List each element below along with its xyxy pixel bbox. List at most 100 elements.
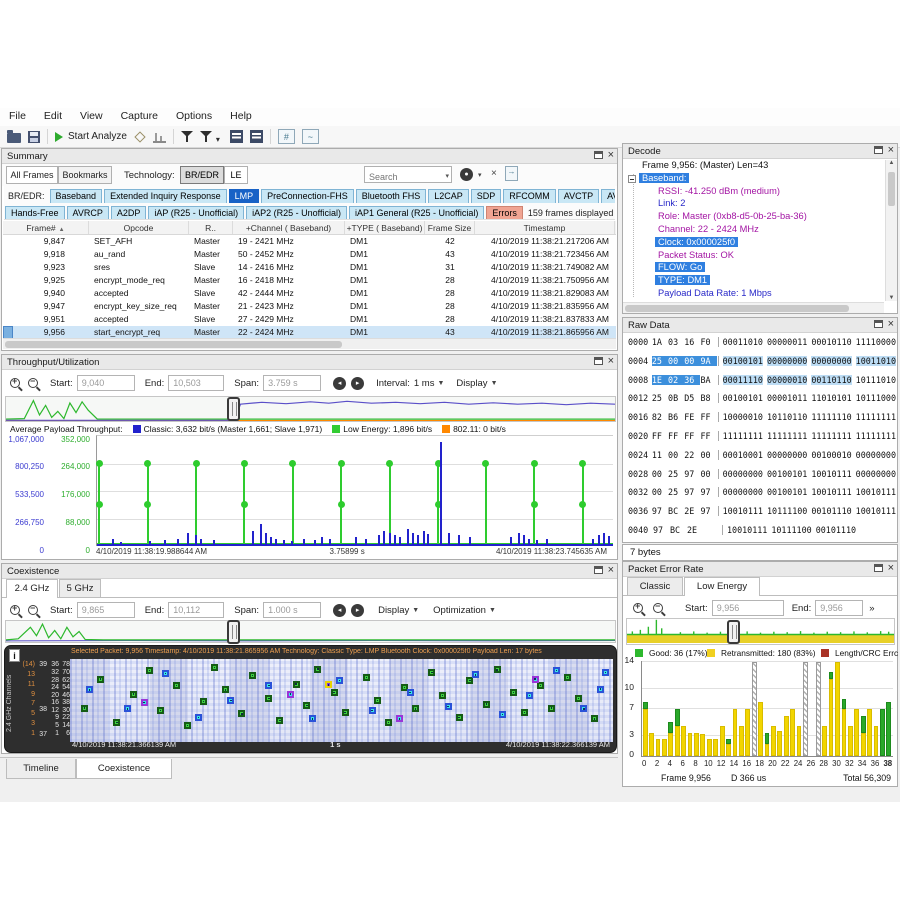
range-slider-handle[interactable] [727,620,740,644]
table-row[interactable]: 9,951acceptedSlave27 - 2429 MHzDM1284/10… [3,313,616,326]
packet-marker[interactable] [238,710,245,717]
menu-file[interactable]: File [0,108,35,124]
tab-classic[interactable]: Classic [627,577,683,595]
packet-marker[interactable] [483,701,490,708]
menu-capture[interactable]: Capture [112,108,167,124]
column-header[interactable]: +Channel ( Baseband) [233,221,345,234]
collapse-icon[interactable] [628,175,636,183]
packet-marker[interactable] [521,709,528,716]
protocol-tab-avdtp[interactable]: AVDTP [601,189,615,203]
protocol-tab-iap-r25-unofficial-[interactable]: iAP (R25 - Unofficial) [148,206,244,220]
zoom-in-icon[interactable]: + [633,603,643,613]
packet-marker[interactable] [146,667,153,674]
zoom-in-icon[interactable]: + [10,605,20,615]
zoom-out-icon[interactable]: − [28,605,38,615]
menu-edit[interactable]: Edit [35,108,71,124]
packet-marker[interactable] [336,677,343,684]
packet-marker[interactable] [97,676,104,683]
packet-marker[interactable] [580,705,587,712]
packet-marker[interactable] [548,705,555,712]
menu-help[interactable]: Help [221,108,261,124]
packet-marker[interactable] [597,686,604,693]
column-header[interactable]: Frame Size [425,221,475,234]
packet-marker[interactable] [369,707,376,714]
packet-marker[interactable] [195,714,202,721]
packet-marker[interactable] [374,697,381,704]
table-row[interactable]: 9,923sresSlave14 - 2416 MHzDM1314/10/201… [3,261,616,274]
packet-marker[interactable] [227,697,234,704]
packet-marker[interactable] [532,676,539,683]
packet-marker[interactable] [157,707,164,714]
table-row[interactable]: 9,947encrypt_key_size_reqMaster21 - 2423… [3,300,616,313]
packet-marker[interactable] [553,667,560,674]
hex-dump-row[interactable]: 003697BC2E971001011110111100001011101001… [628,506,896,525]
step-forward-button[interactable]: ▸ [351,377,364,390]
protocol-tab-bluetooth-fhs[interactable]: Bluetooth FHS [356,189,427,203]
close-panel-icon[interactable]: × [888,319,894,329]
display-dropdown[interactable]: Display [456,378,487,389]
packet-marker[interactable] [499,711,506,718]
zoom-out-icon[interactable]: − [28,378,38,388]
float-panel-icon[interactable] [874,146,883,154]
summary-view-icon[interactable] [230,130,243,143]
packet-marker[interactable] [439,692,446,699]
packet-marker[interactable] [293,681,300,688]
packet-marker[interactable] [81,705,88,712]
start-analyze-icon[interactable] [55,132,63,142]
start-input[interactable] [77,375,135,391]
decode-tree-row[interactable]: Channel: 22 - 2424 MHz [625,224,884,237]
packet-marker[interactable] [184,722,191,729]
detail-view-icon[interactable] [250,130,263,143]
packet-marker[interactable] [591,715,598,722]
search-options-icon[interactable]: ▾ [478,171,482,179]
packet-marker[interactable] [494,666,501,673]
export-icon[interactable]: → [505,166,518,181]
tab-bookmarks[interactable]: Bookmarks [58,166,112,184]
decode-vscrollbar[interactable]: ▲▼ [885,160,897,301]
filter-apply-icon[interactable] [200,130,212,143]
hex-dump-row[interactable]: 0028002597000000000000100101100101110000… [628,469,896,488]
save-file-icon[interactable] [28,131,40,143]
end-input[interactable] [168,375,224,391]
throughput-minimap[interactable] [5,396,616,422]
column-header[interactable]: Opcode [89,221,189,234]
column-header[interactable]: +TYPE ( Baseband) [345,221,425,234]
decode-tree-row[interactable]: Role: Master (0xb8-d5-0b-25-ba-36) [625,211,884,224]
float-panel-icon[interactable] [594,357,603,365]
float-panel-icon[interactable] [594,566,603,574]
packet-marker[interactable] [428,669,435,676]
tab-24ghz[interactable]: 2.4 GHz [6,579,58,598]
decode-tree-row[interactable]: Frame 9,956: (Master) Len=43 [625,160,884,173]
optimization-dropdown[interactable]: Optimization [433,605,486,616]
span-input[interactable] [263,375,321,391]
protocol-tab-hands-free[interactable]: Hands-Free [5,206,65,220]
range-slider-handle[interactable] [227,397,240,421]
decode-tree-row[interactable]: Baseband: [625,173,884,186]
close-panel-icon[interactable]: × [888,145,894,155]
hex-dump-row[interactable]: 0032002597970000000000100101100101111001… [628,487,896,506]
protocol-tab-avctp[interactable]: AVCTP [558,189,599,203]
packet-marker[interactable] [162,670,169,677]
search-go-button[interactable]: ● [460,168,473,181]
decode-tree-row[interactable]: FLOW: Go [625,262,884,275]
search-input[interactable] [365,170,435,182]
span-input[interactable] [263,602,321,618]
decode-tree-row[interactable]: Link: 2 [625,198,884,211]
packet-marker[interactable] [472,671,479,678]
packet-marker[interactable] [564,674,571,681]
tab-timeline[interactable]: Timeline [6,759,76,779]
step-forward-button[interactable]: ▸ [351,604,364,617]
packet-marker[interactable] [130,691,137,698]
packet-marker[interactable] [303,702,310,709]
packet-marker[interactable] [314,666,321,673]
menu-options[interactable]: Options [167,108,221,124]
throughput-chart[interactable] [96,435,613,546]
packet-marker[interactable] [456,714,463,721]
frame-display-icon[interactable]: # [278,129,295,144]
protocol-tab-iap2-r25-unofficial-[interactable]: iAP2 (R25 - Unofficial) [246,206,347,220]
packet-marker[interactable] [407,689,414,696]
decode-tree-row[interactable]: RSSI: -41.250 dBm (medium) [625,186,884,199]
packet-marker[interactable] [124,705,131,712]
packet-marker[interactable] [113,719,120,726]
packet-marker[interactable] [412,705,419,712]
